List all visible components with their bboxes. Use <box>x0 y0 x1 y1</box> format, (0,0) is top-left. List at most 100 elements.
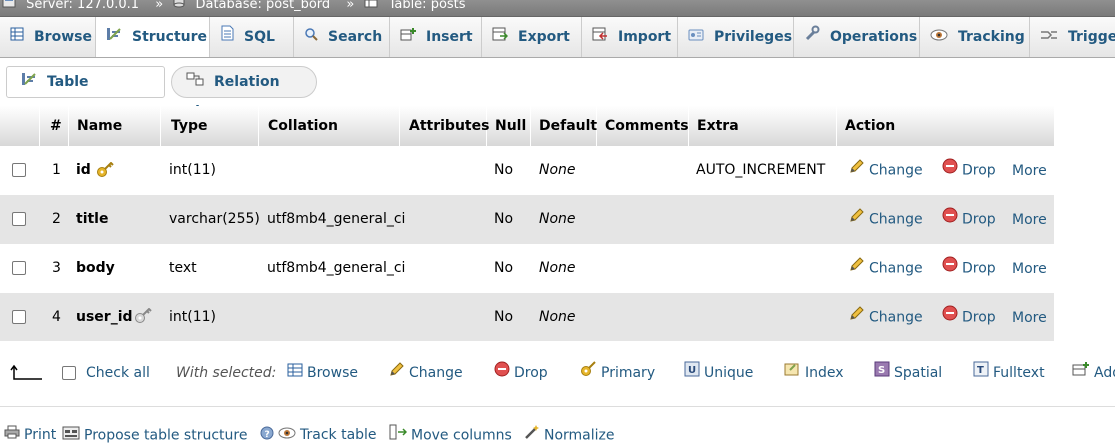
change-button[interactable]: Change <box>849 244 923 293</box>
breadcrumb-server[interactable]: Server: 127.0.0.1 <box>26 0 139 12</box>
svg-text:T: T <box>977 365 984 376</box>
help-icon[interactable]: ? <box>260 425 274 447</box>
more-button[interactable]: More <box>1012 294 1047 343</box>
browse-icon <box>287 356 303 390</box>
more-button[interactable]: More <box>1012 245 1047 294</box>
breadcrumb-table[interactable]: Table: posts <box>389 0 466 12</box>
row-name: title <box>76 211 109 227</box>
tab-browse[interactable]: Browse <box>0 17 96 57</box>
primary-key-icon <box>96 161 114 182</box>
bulk-spatial-button[interactable]: S Spatial <box>874 356 942 390</box>
row-checkbox[interactable] <box>12 261 26 275</box>
export-icon <box>492 17 509 57</box>
tab-import[interactable]: Import <box>582 17 678 57</box>
change-button[interactable]: Change <box>849 293 923 342</box>
main-tab-bar: Browse Structure SQL Search Insert Expor… <box>0 17 1115 58</box>
col-name[interactable]: Name <box>69 106 161 146</box>
drop-button[interactable]: Drop <box>942 244 996 293</box>
subtab-relation-view[interactable]: Relation view <box>171 66 317 120</box>
with-selected-bar: Check all With selected: Browse Change D… <box>0 356 1115 390</box>
col-collation[interactable]: Collation <box>260 106 400 146</box>
drop-button[interactable]: Drop <box>942 293 996 342</box>
tab-triggers[interactable]: Trigge <box>1030 17 1115 57</box>
tab-search[interactable]: Search <box>294 17 390 57</box>
svg-text:?: ? <box>264 430 269 440</box>
row-checkbox[interactable] <box>12 163 26 177</box>
drop-button[interactable]: Drop <box>942 146 996 195</box>
row-checkbox[interactable] <box>12 310 26 324</box>
tab-sql[interactable]: SQL <box>210 17 294 57</box>
propose-structure-link[interactable]: Propose table structure ? <box>62 424 278 447</box>
change-button[interactable]: Change <box>849 195 923 244</box>
pencil-icon <box>389 356 405 390</box>
drop-icon <box>942 293 958 342</box>
bulk-index-button[interactable]: Index <box>784 356 844 390</box>
sql-icon <box>220 17 234 57</box>
subtab-table-structure[interactable]: Table structure <box>6 66 165 120</box>
drop-button[interactable]: Drop <box>942 195 996 244</box>
bulk-primary-button[interactable]: Primary <box>580 356 655 390</box>
row-name: user_id <box>76 309 133 325</box>
privileges-icon <box>688 17 704 57</box>
col-comments[interactable]: Comments <box>597 106 689 146</box>
change-button[interactable]: Change <box>849 146 923 195</box>
bulk-unique-button[interactable]: U Unique <box>684 356 753 390</box>
table-row: 4 user_id int(11) No None Change Drop Mo… <box>0 293 1054 341</box>
col-action: Action <box>845 118 896 134</box>
svg-text:S: S <box>878 365 885 376</box>
bulk-drop-button[interactable]: Drop <box>494 356 548 390</box>
tab-operations[interactable]: Operations <box>794 17 920 57</box>
col-attributes[interactable]: Attributes <box>401 106 489 146</box>
index-icon <box>784 356 801 390</box>
more-button[interactable]: More <box>1012 147 1047 196</box>
drop-icon <box>942 146 958 195</box>
table-header: # Name Type Collation Attributes Null De… <box>0 106 1054 146</box>
tab-insert[interactable]: Insert <box>390 17 482 57</box>
col-extra[interactable]: Extra <box>689 106 837 146</box>
index-key-icon <box>134 307 152 328</box>
print-link[interactable]: Print <box>4 424 56 446</box>
more-button[interactable]: More <box>1012 196 1047 245</box>
database-icon <box>173 0 185 16</box>
col-null[interactable]: Null <box>487 106 531 146</box>
bulk-browse-button[interactable]: Browse <box>287 356 358 390</box>
breadcrumb-database[interactable]: Database: post_bord <box>195 0 330 12</box>
col-type[interactable]: Type <box>163 106 259 146</box>
normalize-link[interactable]: Normalize <box>524 424 615 447</box>
select-arrow-icon <box>10 356 44 390</box>
tab-tracking[interactable]: Tracking <box>920 17 1030 57</box>
track-table-link[interactable]: Track table <box>278 424 377 446</box>
eye-icon <box>278 424 296 446</box>
col-num[interactable]: # <box>42 106 69 146</box>
move-columns-link[interactable]: Move columns <box>389 424 512 447</box>
bulk-fulltext-button[interactable]: T Fulltext <box>973 356 1045 390</box>
with-selected-label: With selected: <box>176 365 277 381</box>
relation-icon <box>186 67 204 97</box>
breadcrumb: Server: 127.0.0.1 » Database: post_bord … <box>0 0 1115 17</box>
row-checkbox[interactable] <box>12 212 26 226</box>
spatial-icon: S <box>874 356 890 390</box>
browse-icon <box>10 17 24 57</box>
unique-icon: U <box>684 356 700 390</box>
triggers-icon <box>1040 17 1058 57</box>
drop-icon <box>942 244 958 293</box>
pencil-icon <box>849 244 865 293</box>
col-default[interactable]: Default <box>531 106 597 146</box>
pencil-icon <box>849 146 865 195</box>
check-all-checkbox[interactable] <box>62 366 76 380</box>
search-icon <box>304 17 318 57</box>
move-columns-icon <box>389 424 408 447</box>
pencil-icon <box>849 293 865 342</box>
add-column-icon <box>1072 356 1090 390</box>
tab-export[interactable]: Export <box>482 17 582 57</box>
tab-structure[interactable]: Structure <box>96 17 210 57</box>
tab-privileges[interactable]: Privileges <box>678 17 794 57</box>
pencil-icon <box>849 195 865 244</box>
bulk-add-button[interactable]: Add <box>1072 356 1115 390</box>
bottom-links: Print Propose table structure ? Track ta… <box>0 424 1115 446</box>
import-icon <box>592 17 608 57</box>
bulk-change-button[interactable]: Change <box>389 356 463 390</box>
table-row: 3 body text utf8mb4_general_ci No None C… <box>0 244 1054 293</box>
row-name: id <box>76 162 91 178</box>
check-all[interactable]: Check all <box>62 356 150 390</box>
